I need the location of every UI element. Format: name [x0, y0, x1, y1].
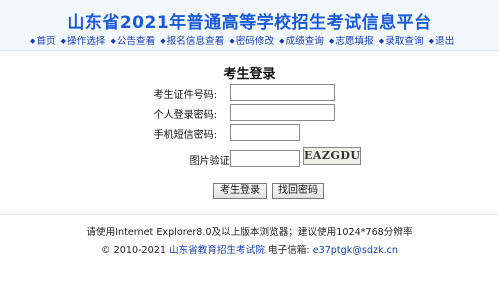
login-button[interactable]: 考生登录 — [213, 183, 267, 199]
nav-change-password[interactable]: ◆密码修改 — [229, 33, 274, 47]
password-row: 个人登录密码: — [0, 104, 499, 124]
browser-note: 请使用Internet Explorer8.0及以上版本浏览器；建议使用1024… — [86, 227, 413, 238]
nav-announcements[interactable]: ◆公告查看 — [110, 33, 155, 47]
recover-password-button[interactable]: 找回密码 — [272, 183, 324, 199]
sms-password-row: 手机短信密码: — [0, 124, 499, 144]
id-number-label: 考生证件号码: — [153, 90, 217, 101]
captcha-image[interactable]: EAZGDU — [303, 147, 361, 165]
sms-password-input[interactable] — [230, 124, 300, 141]
email-link[interactable]: e37ptgk@sdzk.cn — [313, 245, 398, 256]
nav-operation-select[interactable]: ◆操作选择 — [61, 33, 106, 47]
org-link[interactable]: 山东省教育招生考试院 — [169, 245, 265, 256]
bullet-icon: ◆ — [160, 37, 166, 45]
email-label: 电子信箱: — [268, 245, 310, 256]
bullet-icon: ◆ — [110, 37, 116, 45]
id-number-row: 考生证件号码: — [0, 84, 499, 104]
password-input[interactable] — [230, 104, 335, 121]
login-title: 考生登录 — [223, 67, 276, 82]
bullet-icon: ◆ — [229, 37, 235, 45]
bullet-icon: ◆ — [428, 37, 435, 45]
bullet-icon: ◆ — [30, 37, 36, 45]
password-label: 个人登录密码: — [153, 110, 217, 121]
nav-logout[interactable]: ◆退出 — [429, 33, 455, 47]
nav-application-fill[interactable]: ◆志愿填报 — [329, 33, 374, 47]
nav-registration-info[interactable]: ◆报名信息查看 — [160, 33, 224, 47]
top-nav: ◆首页 ◆操作选择 ◆公告查看 ◆报名信息查看 ◆密码修改 ◆成绩查询 ◆志愿填… — [30, 33, 456, 47]
bullet-icon: ◆ — [279, 37, 285, 45]
nav-score-query[interactable]: ◆成绩查询 — [279, 33, 324, 47]
copyright-text: © 2010-2021 — [101, 245, 166, 256]
nav-home[interactable]: ◆首页 — [30, 33, 56, 47]
divider — [0, 214, 499, 215]
site-title: 山东省2021年普通高等学校招生考试信息平台 — [67, 13, 432, 33]
captcha-input[interactable] — [230, 150, 300, 167]
id-number-input[interactable] — [230, 84, 335, 101]
nav-admission-query[interactable]: ◆录取查询 — [379, 33, 424, 47]
copyright-line: © 2010-2021 山东省教育招生考试院 电子信箱: e37ptgk@sdz… — [0, 242, 499, 256]
header-banner: 山东省2021年普通高等学校招生考试信息平台 ◆首页 ◆操作选择 ◆公告查看 ◆… — [0, 0, 499, 51]
bullet-icon: ◆ — [378, 37, 385, 45]
sms-password-label: 手机短信密码: — [153, 130, 217, 141]
bullet-icon: ◆ — [328, 37, 335, 45]
bullet-icon: ◆ — [60, 37, 67, 45]
captcha-row: 图片验证码: EAZGDU — [0, 147, 499, 170]
